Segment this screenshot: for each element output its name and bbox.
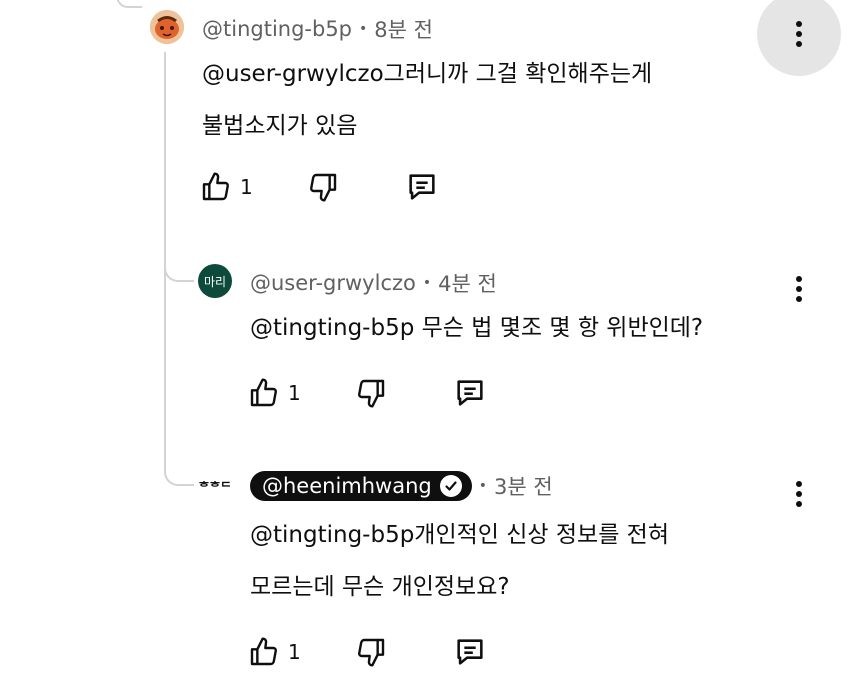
like-button[interactable]: 1 bbox=[200, 171, 253, 203]
more-vert-dot bbox=[796, 41, 802, 47]
like-count: 1 bbox=[288, 640, 301, 664]
channel-owner-handle[interactable]: @heenimhwang bbox=[250, 471, 472, 501]
more-vert-icon bbox=[796, 21, 802, 27]
comment-time[interactable]: 4분 전 bbox=[438, 268, 497, 298]
reply-button[interactable] bbox=[453, 635, 487, 669]
thumb-down-icon bbox=[309, 173, 336, 202]
avatar[interactable]: 마리 bbox=[198, 264, 232, 298]
comment-text: @tingting-b5p 무슨 법 몇조 몇 항 위반인데? bbox=[250, 302, 703, 354]
reply-icon bbox=[457, 380, 483, 406]
reply-button[interactable] bbox=[405, 170, 439, 204]
reply-comment: @tingting-b5p • 8분 전 @user-grwylczo그러니까 … bbox=[0, 0, 850, 230]
reply-comment: 마리 @user-grwylczo • 4분 전 @tingting-b5p 무… bbox=[0, 250, 850, 450]
thumb-up-icon bbox=[202, 172, 229, 201]
reply-icon bbox=[409, 174, 435, 200]
like-button[interactable]: 1 bbox=[248, 636, 301, 668]
thumb-down-icon bbox=[357, 379, 384, 408]
more-vert-dot bbox=[796, 31, 802, 37]
comment-meta: @tingting-b5p • 8분 전 bbox=[202, 14, 433, 44]
separator-dot: • bbox=[478, 478, 488, 494]
comment-time[interactable]: 8분 전 bbox=[374, 14, 433, 44]
comment-actions: 1 bbox=[200, 170, 439, 204]
separator-dot: • bbox=[422, 275, 432, 291]
comment-text: @tingting-b5p개인적인 신상 정보를 전혀 모르는데 무슨 개인정보… bbox=[250, 509, 669, 613]
more-vert-dot bbox=[796, 286, 802, 292]
comment-text: @user-grwylczo그러니까 그걸 확인해주는게 불법소지가 있음 bbox=[202, 48, 652, 152]
more-vert-dot bbox=[796, 501, 802, 507]
avatar[interactable]: ᄒᄒᄃ bbox=[196, 471, 234, 501]
more-options-button[interactable] bbox=[787, 272, 811, 306]
checkmark-icon bbox=[445, 481, 457, 491]
comment-text-line: 불법소지가 있음 bbox=[202, 113, 358, 139]
avatar-illustration-icon bbox=[150, 10, 184, 44]
like-button[interactable]: 1 bbox=[248, 377, 301, 409]
comment-author[interactable]: @user-grwylczo bbox=[250, 271, 416, 295]
verified-check-icon bbox=[439, 475, 462, 497]
dislike-button[interactable] bbox=[307, 171, 339, 203]
more-options-button[interactable] bbox=[787, 477, 811, 511]
more-vert-dot bbox=[796, 491, 802, 497]
comment-time[interactable]: 3분 전 bbox=[494, 471, 553, 501]
comment-text-line: @tingting-b5p개인적인 신상 정보를 전혀 bbox=[250, 522, 669, 548]
reply-comment: ᄒᄒᄃ @heenimhwang • 3분 전 @tingting-b5p개인적… bbox=[0, 455, 850, 677]
like-count: 1 bbox=[240, 175, 253, 199]
more-options-button[interactable] bbox=[787, 17, 811, 51]
comment-text-line: @user-grwylczo그러니까 그걸 확인해주는게 bbox=[202, 61, 653, 87]
separator-dot: • bbox=[359, 21, 368, 37]
comment-author[interactable]: @tingting-b5p bbox=[202, 17, 352, 41]
more-vert-icon bbox=[796, 481, 802, 487]
reply-icon bbox=[457, 639, 483, 665]
thumb-up-icon bbox=[250, 637, 277, 666]
reply-button[interactable] bbox=[453, 376, 487, 410]
comment-text-line: 모르는데 무슨 개인정보요? bbox=[250, 574, 510, 600]
more-vert-icon bbox=[796, 276, 802, 282]
comment-thread: @tingting-b5p • 8분 전 @user-grwylczo그러니까 … bbox=[0, 0, 850, 677]
avatar[interactable] bbox=[150, 10, 184, 44]
comment-author: @heenimhwang bbox=[262, 474, 432, 498]
comment-actions: 1 bbox=[248, 376, 487, 410]
comment-meta: @heenimhwang • 3분 전 bbox=[250, 471, 553, 501]
avatar-text: ᄒᄒᄃ bbox=[198, 479, 232, 494]
thumb-up-icon bbox=[250, 378, 277, 407]
avatar-text: 마리 bbox=[203, 274, 227, 289]
dislike-button[interactable] bbox=[355, 636, 387, 668]
like-count: 1 bbox=[288, 381, 301, 405]
comment-meta: @user-grwylczo • 4분 전 bbox=[250, 268, 497, 298]
thumb-down-icon bbox=[357, 638, 384, 667]
comment-actions: 1 bbox=[248, 635, 487, 669]
more-vert-dot bbox=[796, 296, 802, 302]
dislike-button[interactable] bbox=[355, 377, 387, 409]
comment-text-line: @tingting-b5p 무슨 법 몇조 몇 항 위반인데? bbox=[250, 315, 704, 341]
